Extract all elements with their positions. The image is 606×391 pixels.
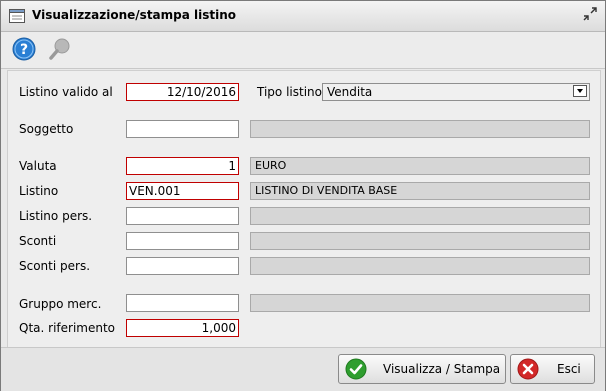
dialog-window: Visualizzazione/stampa listino ? Listino… [0, 0, 606, 391]
toolbar: ? [1, 32, 605, 69]
label-sconti-pers: Sconti pers. [19, 259, 91, 273]
gruppo-merc-input[interactable] [126, 294, 239, 312]
chevron-down-icon[interactable] [573, 85, 587, 97]
listino-valido-al-input[interactable]: 12/10/2016 [126, 83, 239, 101]
footer-bar: Visualizza / Stampa Esci [1, 347, 605, 391]
visualizza-stampa-button[interactable]: Visualizza / Stampa [338, 354, 506, 384]
soggetto-description [250, 120, 590, 138]
close-icon [517, 358, 539, 380]
soggetto-input[interactable] [126, 120, 239, 138]
window-icon [9, 9, 25, 23]
exit-button[interactable]: Esci [510, 354, 595, 384]
sconti-input[interactable] [126, 232, 239, 250]
label-sconti: Sconti [19, 234, 57, 248]
search-icon[interactable] [47, 36, 73, 62]
qta-riferimento-input[interactable]: 1,000 [126, 319, 239, 337]
restore-icon[interactable] [583, 7, 597, 21]
label-soggetto: Soggetto [19, 122, 74, 136]
sconti-pers-input[interactable] [126, 257, 239, 275]
sconti-description [250, 232, 590, 250]
valuta-description: EURO [250, 157, 590, 175]
listino-pers-description [250, 207, 590, 225]
valuta-input[interactable]: 1 [126, 157, 239, 175]
label-gruppo-merc: Gruppo merc. [19, 297, 102, 311]
listino-input[interactable]: VEN.001 [126, 182, 239, 200]
help-icon[interactable]: ? [11, 36, 37, 62]
gruppo-merc-description [250, 294, 590, 312]
form-panel: Listino valido al 12/10/2016 Tipo listin… [7, 70, 601, 348]
label-tipo-listino: Tipo listino [257, 85, 322, 99]
svg-text:?: ? [20, 42, 28, 58]
check-icon [345, 358, 367, 380]
tipo-listino-select[interactable]: Vendita [322, 83, 590, 101]
visualizza-stampa-label: Visualizza / Stampa [383, 362, 501, 376]
sconti-pers-description [250, 257, 590, 275]
window-title: Visualizzazione/stampa listino [32, 8, 237, 22]
exit-label: Esci [557, 362, 581, 376]
label-listino-pers: Listino pers. [19, 209, 93, 223]
label-listino-valido-al: Listino valido al [19, 85, 113, 99]
label-listino: Listino [19, 184, 59, 198]
title-bar[interactable]: Visualizzazione/stampa listino [1, 1, 605, 32]
listino-pers-input[interactable] [126, 207, 239, 225]
label-qta-riferimento: Qta. riferimento [19, 321, 115, 335]
listino-description: LISTINO DI VENDITA BASE [250, 182, 590, 200]
label-valuta: Valuta [19, 159, 57, 173]
tipo-listino-value: Vendita [327, 85, 373, 99]
